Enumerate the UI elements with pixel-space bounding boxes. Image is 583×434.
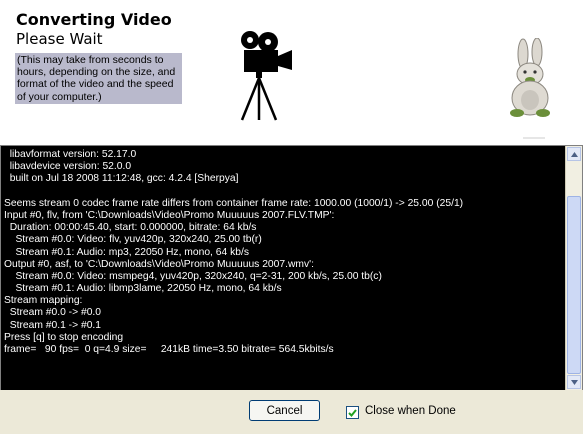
log-line: Output #0, asf, to 'C:\Downloads\Video\P… (4, 258, 314, 270)
log-line: libavformat version: 52.17.0 (4, 149, 137, 160)
log-line: Duration: 00:00:45.40, start: 0.000000, … (4, 222, 257, 234)
cancel-button[interactable]: Cancel (249, 400, 320, 421)
log-line: Press [q] to stop encoding (4, 331, 124, 343)
log-line: Input #0, flv, from 'C:\Downloads\Video\… (4, 209, 335, 221)
log-text: libavformat version: 52.17.0 libavdevice… (4, 149, 564, 356)
log-line: Stream #0.1 -> #0.1 (4, 319, 102, 331)
wait-note: (This may take from seconds to hours, de… (15, 53, 182, 104)
checkmark-icon (348, 408, 357, 417)
wait-note-line: format of the video and the speed (17, 78, 174, 91)
vertical-scrollbar[interactable] (565, 146, 582, 390)
close-when-done-label[interactable]: Close when Done (365, 405, 456, 417)
log-line: frame= 90 fps= 0 q=4.9 size= 241kB time=… (4, 344, 334, 355)
wait-note-line: (This may take from seconds to (17, 54, 164, 66)
log-line: Stream #0.0: Video: flv, yuv420p, 320x24… (4, 234, 262, 246)
scroll-down-button[interactable] (567, 375, 581, 389)
log-line: Seems stream 0 codec frame rate differs … (4, 197, 464, 209)
log-line: libavdevice version: 52.0.0 (4, 161, 132, 173)
log-line: Stream #0.1: Audio: libmp3lame, 22050 Hz… (4, 283, 282, 295)
log-line: Stream mapping: (4, 295, 83, 307)
scroll-up-arrow-icon (570, 151, 578, 157)
scroll-up-button[interactable] (567, 147, 581, 161)
movie-camera-icon (240, 31, 292, 121)
dialog-header: Converting Video Please Wait (This may t… (0, 0, 583, 144)
log-line: Stream #0.0: Video: msmpeg4, yuv420p, 32… (4, 270, 382, 282)
scrollbar-thumb[interactable] (567, 196, 581, 374)
log-line: Stream #0.0 -> #0.0 (4, 307, 102, 319)
log-line: built on Jul 18 2008 11:12:48, gcc: 4.2.… (4, 173, 239, 185)
close-when-done-checkbox[interactable] (346, 406, 359, 419)
dialog-footer: Cancel Close when Done (0, 390, 583, 434)
dialog-title: Converting Video (16, 10, 172, 29)
log-line: Stream #0.1: Audio: mp3, 22050 Hz, mono,… (4, 246, 249, 258)
bunny-mascot-icon (510, 38, 550, 117)
wait-note-line: of your computer.) (17, 90, 102, 103)
dialog-subtitle: Please Wait (16, 30, 103, 48)
ffmpeg-output-console[interactable]: libavformat version: 52.17.0 libavdevice… (0, 145, 583, 391)
mascot-shadow (523, 137, 545, 139)
scroll-down-arrow-icon (570, 379, 578, 385)
wait-note-line: hours, depending on the size, and (17, 66, 176, 79)
